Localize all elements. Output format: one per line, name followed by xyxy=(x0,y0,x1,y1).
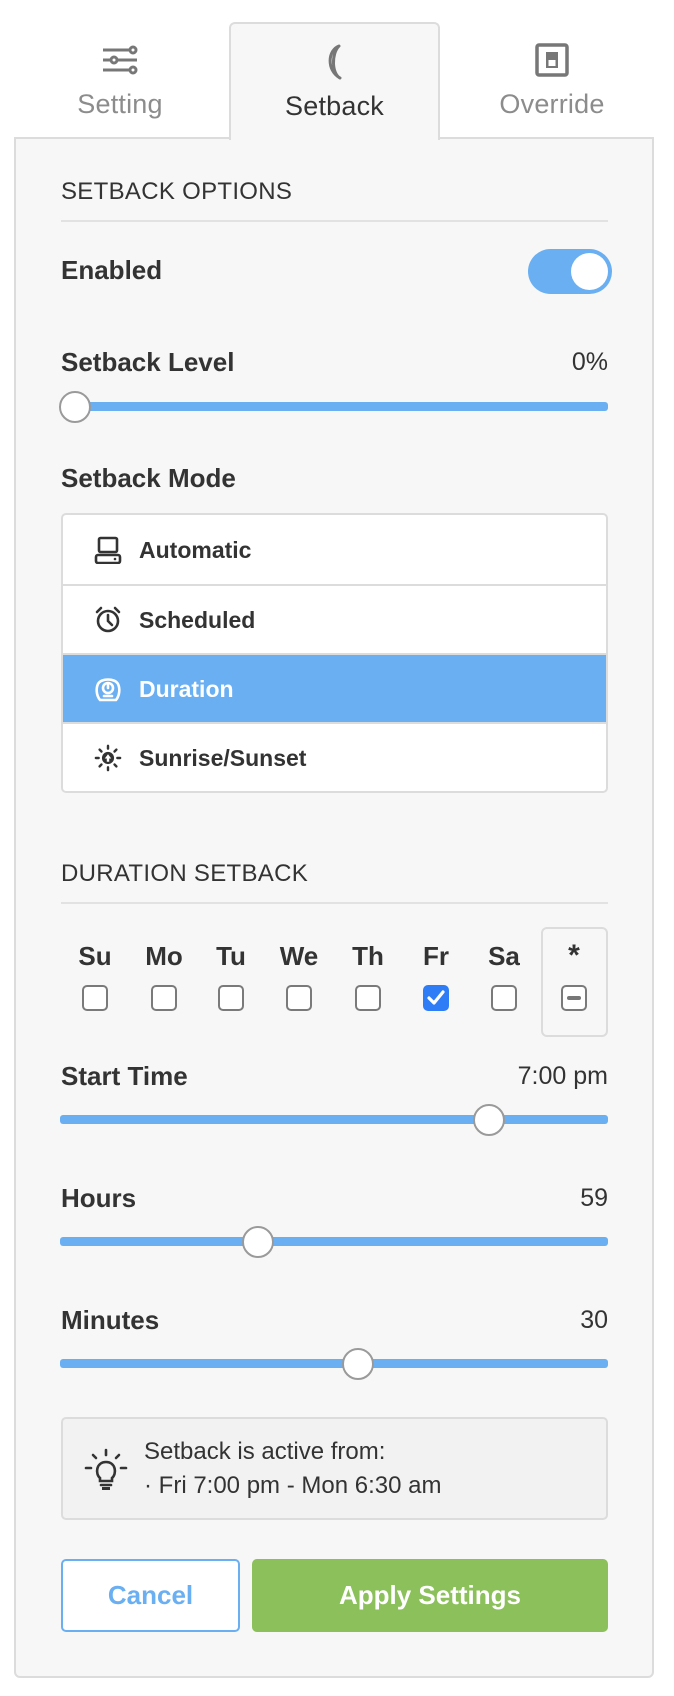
start-time-label: Start Time xyxy=(61,1061,188,1091)
slider-track[interactable] xyxy=(60,1237,608,1246)
setback-mode-list: Automatic Scheduled Duration Sunrise/Sun… xyxy=(61,513,608,793)
all-days-label: * xyxy=(568,939,580,972)
day-checkbox[interactable] xyxy=(286,985,312,1011)
lightbulb-icon xyxy=(83,1447,129,1493)
day-label: Mo xyxy=(145,941,183,971)
day-label: Fr xyxy=(423,941,449,971)
computer-icon xyxy=(94,536,122,564)
enabled-label: Enabled xyxy=(61,255,163,285)
day-label: We xyxy=(279,941,319,971)
minutes-slider[interactable] xyxy=(60,1347,608,1381)
day-fr: Fr xyxy=(406,938,466,1011)
setback-info-box: Setback is active from: · Fri 7:00 pm - … xyxy=(61,1417,608,1520)
start-time-value: 7:00 pm xyxy=(517,1062,608,1090)
day-checkbox[interactable] xyxy=(423,985,449,1011)
day-checkbox[interactable] xyxy=(491,985,517,1011)
setback-level-slider[interactable] xyxy=(59,390,608,424)
mode-option-scheduled[interactable]: Scheduled xyxy=(63,584,606,654)
day-label: Th xyxy=(352,941,384,971)
sunrise-icon xyxy=(94,744,122,772)
alarm-clock-icon xyxy=(94,606,122,634)
cancel-button[interactable]: Cancel xyxy=(61,1559,240,1632)
enabled-toggle[interactable] xyxy=(528,249,612,294)
all-days-checkbox[interactable] xyxy=(561,985,587,1011)
setback-level-value: 0% xyxy=(571,348,608,376)
slider-track[interactable] xyxy=(60,1115,608,1124)
day-checkbox[interactable] xyxy=(82,985,108,1011)
apply-settings-button[interactable]: Apply Settings xyxy=(252,1559,608,1632)
divider xyxy=(61,902,608,904)
day-mo: Mo xyxy=(134,938,194,1011)
slider-thumb[interactable] xyxy=(59,391,91,423)
mode-option-automatic[interactable]: Automatic xyxy=(63,515,606,585)
day-label: Su xyxy=(78,941,112,971)
mode-label: Scheduled xyxy=(139,606,256,633)
day-checkbox[interactable] xyxy=(355,985,381,1011)
hours-value: 59 xyxy=(580,1184,608,1212)
duration-setback-title: DURATION SETBACK xyxy=(61,860,309,887)
mode-label: Sunrise/Sunset xyxy=(139,744,307,771)
indeterminate-icon xyxy=(567,996,581,1000)
slider-track[interactable] xyxy=(60,1359,608,1368)
info-line-2: · Fri 7:00 pm - Mon 6:30 am xyxy=(144,1472,442,1499)
setback-options-title: SETBACK OPTIONS xyxy=(61,178,293,205)
slider-thumb[interactable] xyxy=(341,1348,374,1380)
minutes-value: 30 xyxy=(580,1306,608,1334)
minutes-label: Minutes xyxy=(61,1305,160,1335)
start-time-slider[interactable] xyxy=(60,1103,608,1137)
mode-label: Duration xyxy=(139,675,234,702)
day-th: Th xyxy=(338,938,398,1011)
day-we: We xyxy=(269,938,329,1011)
day-sa: Sa xyxy=(474,938,534,1011)
day-label: Sa xyxy=(488,941,520,971)
timer-icon xyxy=(94,675,122,703)
divider xyxy=(61,220,608,222)
slider-track[interactable] xyxy=(60,402,608,411)
day-label: Tu xyxy=(216,941,246,971)
hours-slider[interactable] xyxy=(60,1225,608,1259)
mode-label: Automatic xyxy=(139,536,252,563)
setback-level-label: Setback Level xyxy=(61,347,235,377)
day-checkbox[interactable] xyxy=(218,985,244,1011)
mode-option-sunrise-sunset[interactable]: Sunrise/Sunset xyxy=(63,722,606,791)
slider-thumb[interactable] xyxy=(473,1104,506,1136)
mode-option-duration[interactable]: Duration xyxy=(63,653,606,723)
setback-mode-label: Setback Mode xyxy=(61,463,236,493)
day-tu: Tu xyxy=(201,938,261,1011)
day-su: Su xyxy=(65,938,125,1011)
slider-thumb[interactable] xyxy=(242,1226,274,1258)
hours-label: Hours xyxy=(61,1183,137,1213)
day-checkbox[interactable] xyxy=(151,985,177,1011)
checkmark-icon xyxy=(427,990,445,1005)
toggle-knob xyxy=(571,253,608,290)
info-line-1: Setback is active from: xyxy=(144,1438,386,1465)
day-all: * xyxy=(544,938,604,1011)
